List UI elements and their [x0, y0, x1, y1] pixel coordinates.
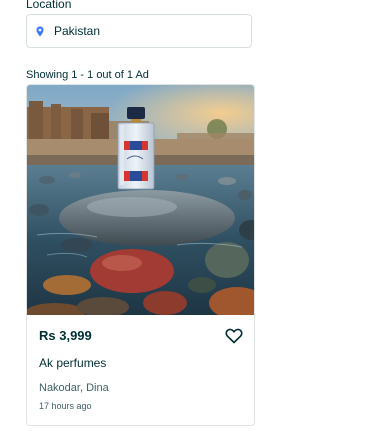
location-label: Location	[26, 0, 72, 11]
ad-title[interactable]: Ak perfumes	[39, 356, 106, 370]
results-count: Showing 1 - 1 out of 1 Ad	[26, 69, 149, 81]
ad-location: Nakodar, Dina	[39, 382, 109, 394]
location-field[interactable]: Pakistan	[26, 14, 252, 48]
ad-image[interactable]	[27, 85, 255, 315]
location-pin-icon	[36, 26, 44, 36]
location-value: Pakistan	[54, 24, 101, 38]
ad-price: Rs 3,999	[39, 328, 92, 343]
ad-posted-time: 17 hours ago	[39, 401, 92, 411]
search-results-page: Location Pakistan Showing 1 - 1 out of 1…	[0, 0, 381, 439]
ad-card[interactable]: Rs 3,999 Ak perfumes Nakodar, Dina 17 ho…	[26, 84, 255, 426]
favorite-heart-icon[interactable]	[225, 328, 243, 344]
